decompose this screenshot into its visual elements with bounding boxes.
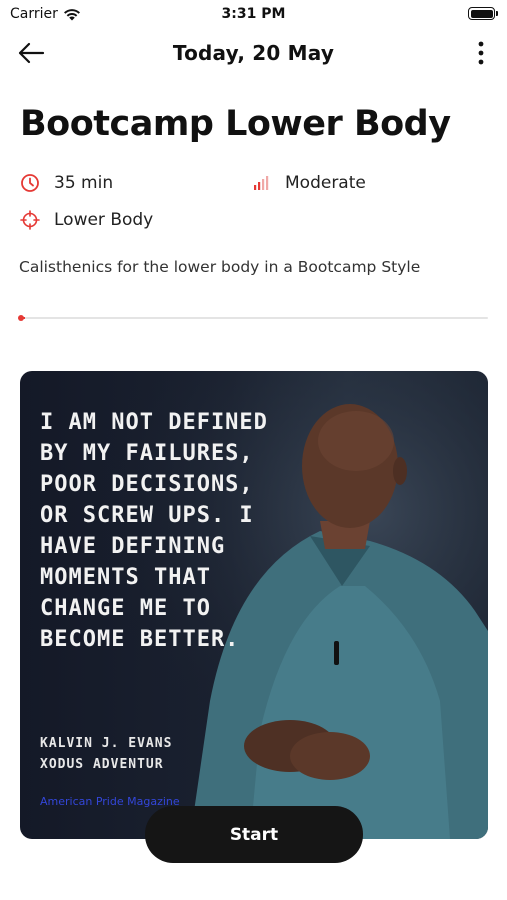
quote-text: I am not defined by my failures, poor de… (40, 410, 268, 652)
focus-label: Lower Body (54, 210, 154, 230)
target-icon (20, 210, 40, 230)
clock-icon (20, 173, 40, 193)
workout-description: Calisthenics for the lower body in a Boo… (19, 258, 421, 276)
nav-bar: Today, 20 May (0, 30, 507, 74)
intensity-label: Moderate (285, 173, 366, 193)
status-bar: Carrier 3:31 PM (0, 0, 507, 28)
workout-image-card: I am not defined by my failures, poor de… (20, 371, 488, 839)
duration-row: 35 min (20, 173, 113, 193)
intensity-row: Moderate (251, 173, 366, 193)
progress-bar (18, 315, 488, 321)
intensity-bars-icon (251, 173, 271, 193)
start-button[interactable]: Start (145, 806, 363, 863)
more-options-button[interactable] (469, 36, 493, 70)
workout-detail-screen: Carrier 3:31 PM Today, 20 May Bootcamp L… (0, 0, 507, 900)
image-credit: American Pride Magazine (40, 795, 180, 808)
more-vertical-icon (478, 41, 484, 65)
battery-icon (468, 7, 498, 20)
workout-title: Bootcamp Lower Body (20, 104, 451, 144)
duration-label: 35 min (54, 173, 114, 193)
quote-author: KALVIN J. EVANS XODUS ADVENTUR (40, 736, 173, 772)
status-time: 3:31 PM (221, 6, 286, 22)
nav-title: Today, 20 May (172, 41, 335, 65)
focus-row: Lower Body (20, 210, 153, 230)
progress-indicator (18, 315, 24, 321)
